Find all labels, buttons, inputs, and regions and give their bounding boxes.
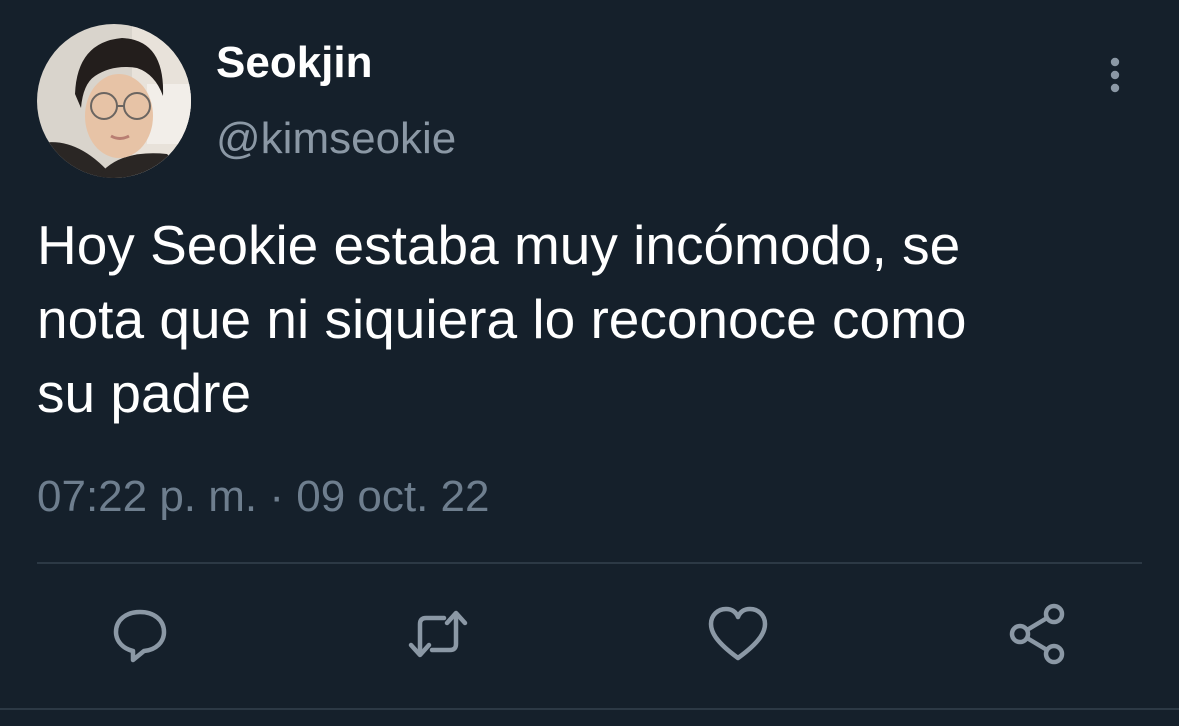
avatar[interactable] [37, 24, 191, 178]
share-button[interactable] [1006, 602, 1070, 666]
display-name[interactable]: Seokjin [216, 38, 373, 88]
like-button[interactable] [706, 602, 770, 666]
tweet-card: Seokjin @kimseokie Hoy Seokie estaba muy… [0, 0, 1179, 726]
reply-button[interactable] [108, 602, 172, 666]
retweet-button[interactable] [406, 602, 470, 666]
tweet-timestamp[interactable]: 07:22 p. m. · 09 oct. 22 [37, 472, 489, 522]
divider [37, 562, 1142, 564]
more-vertical-icon[interactable] [1100, 54, 1130, 98]
heart-icon [708, 606, 768, 661]
reply-icon [113, 609, 167, 663]
user-handle[interactable]: @kimseokie [216, 114, 456, 164]
retweet-icon [408, 610, 468, 658]
bottom-divider [0, 708, 1179, 710]
share-icon [1009, 603, 1065, 665]
tweet-text: Hoy Seokie estaba muy incómodo, se nota … [37, 214, 967, 424]
